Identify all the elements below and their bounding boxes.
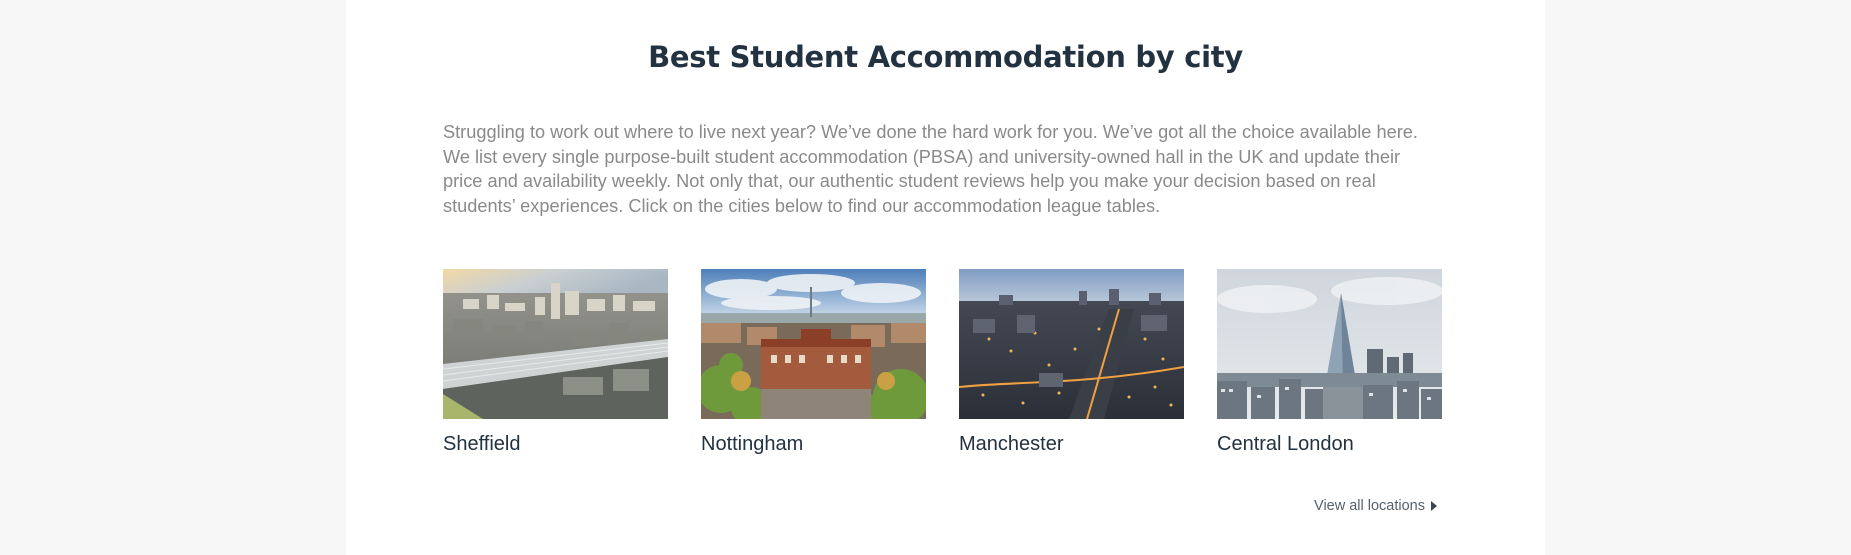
section-intro: Struggling to work out where to live nex… bbox=[443, 122, 1418, 216]
view-all-label: View all locations bbox=[1314, 498, 1425, 514]
section-title: Best Student Accommodation by city bbox=[648, 40, 1243, 74]
city-name: Nottingham bbox=[701, 433, 804, 455]
city-name: Manchester bbox=[959, 433, 1064, 455]
central-london-photo bbox=[1217, 269, 1442, 419]
view-all-locations-link[interactable]: View all locations bbox=[1314, 498, 1437, 514]
city-card-central-london[interactable]: Central London bbox=[1217, 269, 1442, 459]
city-card-sheffield[interactable]: Sheffield bbox=[443, 269, 668, 459]
city-card-manchester[interactable]: Manchester bbox=[959, 269, 1184, 459]
city-card-nottingham[interactable]: Nottingham bbox=[701, 269, 926, 459]
content-panel: Best Student Accommodation by city Strug… bbox=[346, 0, 1545, 555]
city-name: Sheffield bbox=[443, 433, 521, 455]
caret-right-icon bbox=[1431, 501, 1437, 511]
manchester-photo bbox=[959, 269, 1184, 419]
city-name: Central London bbox=[1217, 433, 1354, 455]
sheffield-photo bbox=[443, 269, 668, 419]
nottingham-photo bbox=[701, 269, 926, 419]
city-grid: Sheffield Nottingham Manchester Central … bbox=[443, 269, 1443, 459]
